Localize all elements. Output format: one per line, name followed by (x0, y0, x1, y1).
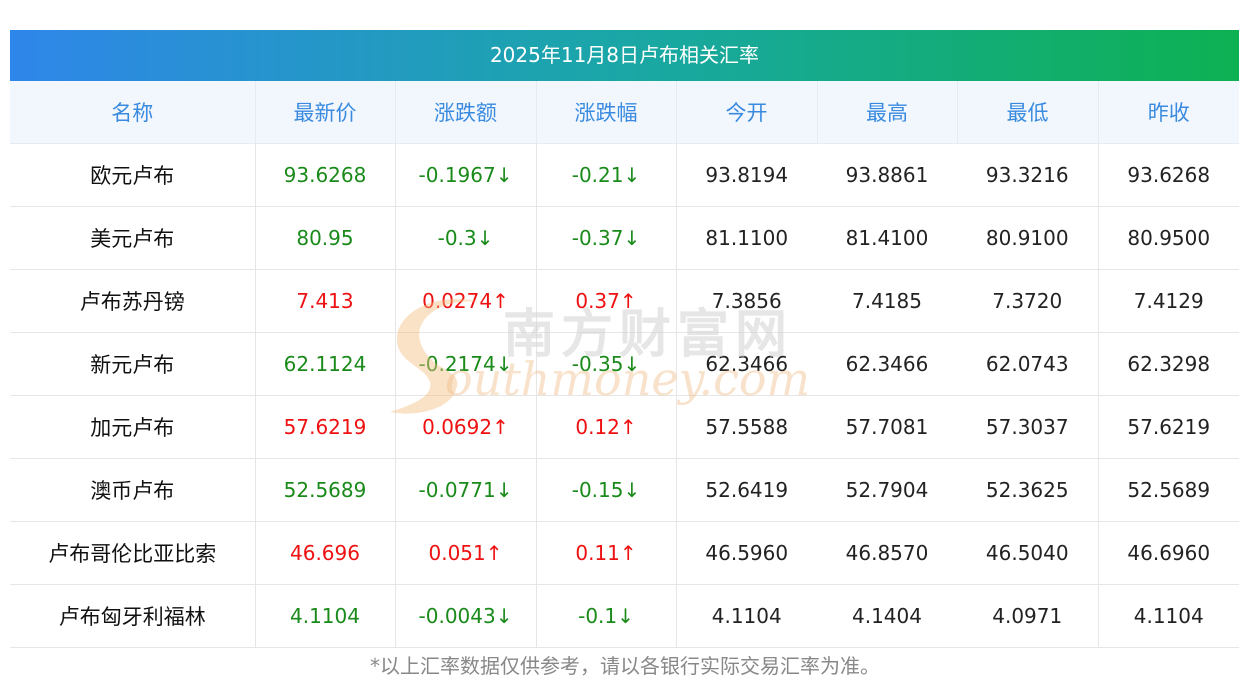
cell-low: 52.3625 (957, 458, 1099, 522)
cell-open: 57.5588 (676, 395, 817, 459)
cell-name: 欧元卢布 (10, 143, 256, 207)
table-row: 新元卢布 62.1124 -0.2174↓ -0.35↓ 62.3466 62.… (10, 332, 1239, 396)
cell-name: 新元卢布 (10, 332, 256, 396)
cell-latest: 93.6268 (255, 143, 396, 207)
cell-high: 81.4100 (817, 206, 957, 270)
cell-prev: 52.5689 (1098, 458, 1239, 522)
cell-pct: -0.35↓ (536, 332, 677, 396)
table-row: 卢布匈牙利福林 4.1104 -0.0043↓ -0.1↓ 4.1104 4.1… (10, 584, 1239, 648)
cell-name: 加元卢布 (10, 395, 256, 459)
cell-change: -0.0771↓ (395, 458, 537, 522)
header-latest: 最新价 (255, 81, 396, 144)
cell-latest: 57.6219 (255, 395, 396, 459)
cell-pct: 0.12↑ (536, 395, 677, 459)
rate-table-panel: 2025年11月8日卢布相关汇率 名称 最新价 涨跌额 涨跌幅 今开 最高 最低… (10, 30, 1239, 648)
table-title: 2025年11月8日卢布相关汇率 (10, 30, 1239, 81)
cell-low: 7.3720 (957, 269, 1099, 333)
header-change: 涨跌额 (395, 81, 537, 144)
cell-low: 93.3216 (957, 143, 1099, 207)
cell-pct: 0.11↑ (536, 521, 677, 585)
cell-open: 4.1104 (676, 584, 817, 648)
cell-pct: -0.37↓ (536, 206, 677, 270)
cell-latest: 62.1124 (255, 332, 396, 396)
cell-latest: 7.413 (255, 269, 396, 333)
cell-prev: 46.6960 (1098, 521, 1239, 585)
table-row: 加元卢布 57.6219 0.0692↑ 0.12↑ 57.5588 57.70… (10, 395, 1239, 459)
cell-change: -0.1967↓ (395, 143, 537, 207)
cell-prev: 62.3298 (1098, 332, 1239, 396)
cell-high: 52.7904 (817, 458, 957, 522)
cell-high: 57.7081 (817, 395, 957, 459)
cell-pct: 0.37↑ (536, 269, 677, 333)
header-name: 名称 (10, 81, 256, 144)
header-prev: 昨收 (1098, 81, 1239, 144)
cell-pct: -0.1↓ (536, 584, 677, 648)
cell-name: 美元卢布 (10, 206, 256, 270)
header-open: 今开 (676, 81, 818, 144)
cell-open: 52.6419 (676, 458, 817, 522)
cell-change: 0.0692↑ (395, 395, 537, 459)
cell-high: 46.8570 (817, 521, 957, 585)
cell-low: 46.5040 (957, 521, 1099, 585)
cell-low: 4.0971 (957, 584, 1099, 648)
header-pct: 涨跌幅 (536, 81, 677, 144)
table-row: 美元卢布 80.95 -0.3↓ -0.37↓ 81.1100 81.4100 … (10, 206, 1239, 270)
cell-high: 93.8861 (817, 143, 957, 207)
cell-name: 卢布哥伦比亚比索 (10, 521, 256, 585)
cell-high: 4.1404 (817, 584, 957, 648)
cell-prev: 7.4129 (1098, 269, 1239, 333)
rate-table: 名称 最新价 涨跌额 涨跌幅 今开 最高 最低 昨收 欧元卢布 93.6268 … (10, 81, 1239, 648)
cell-open: 7.3856 (676, 269, 817, 333)
table-row: 卢布哥伦比亚比索 46.696 0.051↑ 0.11↑ 46.5960 46.… (10, 521, 1239, 585)
header-low: 最低 (957, 81, 1099, 144)
cell-name: 卢布匈牙利福林 (10, 584, 256, 648)
header-high: 最高 (817, 81, 958, 144)
cell-pct: -0.15↓ (536, 458, 677, 522)
cell-change: -0.2174↓ (395, 332, 537, 396)
cell-open: 93.8194 (676, 143, 817, 207)
cell-prev: 93.6268 (1098, 143, 1239, 207)
cell-open: 81.1100 (676, 206, 817, 270)
cell-change: -0.3↓ (395, 206, 537, 270)
cell-change: -0.0043↓ (395, 584, 537, 648)
cell-latest: 80.95 (255, 206, 396, 270)
footnote: *以上汇率数据仅供参考，请以各银行实际交易汇率为准。 (370, 654, 880, 678)
cell-pct: -0.21↓ (536, 143, 677, 207)
cell-open: 46.5960 (676, 521, 817, 585)
table-row: 卢布苏丹镑 7.413 0.0274↑ 0.37↑ 7.3856 7.4185 … (10, 269, 1239, 333)
cell-latest: 4.1104 (255, 584, 396, 648)
cell-high: 7.4185 (817, 269, 957, 333)
cell-change: 0.051↑ (395, 521, 537, 585)
cell-name: 卢布苏丹镑 (10, 269, 256, 333)
header-row: 名称 最新价 涨跌额 涨跌幅 今开 最高 最低 昨收 (10, 81, 1239, 144)
cell-low: 80.9100 (957, 206, 1099, 270)
cell-high: 62.3466 (817, 332, 957, 396)
cell-name: 澳币卢布 (10, 458, 256, 522)
cell-latest: 46.696 (255, 521, 396, 585)
table-row: 澳币卢布 52.5689 -0.0771↓ -0.15↓ 52.6419 52.… (10, 458, 1239, 522)
cell-latest: 52.5689 (255, 458, 396, 522)
cell-prev: 57.6219 (1098, 395, 1239, 459)
cell-change: 0.0274↑ (395, 269, 537, 333)
cell-prev: 80.9500 (1098, 206, 1239, 270)
cell-prev: 4.1104 (1098, 584, 1239, 648)
cell-low: 62.0743 (957, 332, 1099, 396)
cell-open: 62.3466 (676, 332, 817, 396)
cell-low: 57.3037 (957, 395, 1099, 459)
table-row: 欧元卢布 93.6268 -0.1967↓ -0.21↓ 93.8194 93.… (10, 143, 1239, 207)
